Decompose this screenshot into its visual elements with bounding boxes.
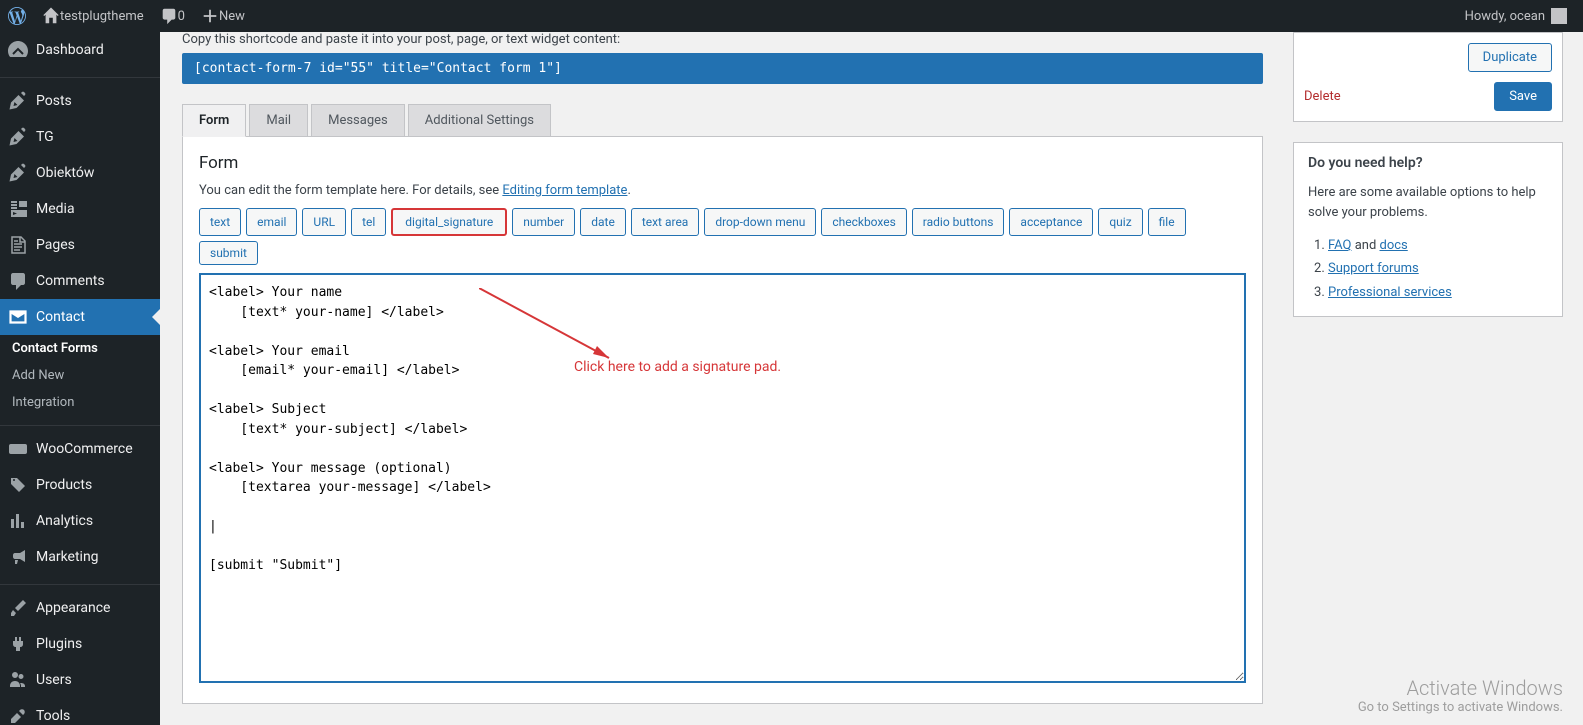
menu-analytics[interactable]: Analytics — [0, 503, 160, 539]
tag-checkboxes[interactable]: checkboxes — [821, 208, 906, 236]
tab-messages[interactable]: Messages — [311, 104, 405, 136]
menu-separator — [0, 580, 160, 585]
brush-icon — [8, 598, 28, 618]
dashboard-icon — [8, 40, 28, 60]
tag-text[interactable]: text — [199, 208, 241, 236]
howdy-text: Howdy, ocean — [1465, 9, 1545, 24]
comment-icon — [8, 271, 28, 291]
submenu-contact-forms[interactable]: Contact Forms — [0, 335, 160, 362]
save-button[interactable]: Save — [1494, 82, 1552, 111]
submenu-integration[interactable]: Integration — [0, 389, 160, 416]
tag-digital-signature[interactable]: digital_signature — [391, 208, 507, 236]
menu-separator — [0, 421, 160, 426]
woo-icon — [8, 439, 28, 459]
menu-users[interactable]: Users — [0, 662, 160, 698]
shortcode-note: Copy this shortcode and paste it into yo… — [182, 32, 1263, 47]
site-name-link[interactable]: testplugtheme — [34, 0, 152, 32]
wp-logo-menu[interactable] — [0, 0, 34, 32]
email-icon — [8, 307, 28, 327]
tab-form[interactable]: Form — [182, 104, 246, 137]
tag-acceptance[interactable]: acceptance — [1009, 208, 1093, 236]
plug-icon — [8, 634, 28, 654]
pin-icon — [8, 163, 28, 183]
help-item-pro: Professional services — [1328, 281, 1548, 304]
sidebar-meta: Duplicate Delete Save Do you need help? … — [1293, 32, 1563, 317]
wrench-icon — [8, 706, 28, 725]
menu-contact[interactable]: Contact — [0, 299, 160, 335]
analytics-icon — [8, 511, 28, 531]
comments-link[interactable]: 0 — [152, 0, 193, 32]
tag-file[interactable]: file — [1148, 208, 1186, 236]
editor-tabs: Form Mail Messages Additional Settings — [182, 104, 1263, 137]
tag-number[interactable]: number — [512, 208, 575, 236]
comments-count: 0 — [178, 9, 185, 24]
tab-additional[interactable]: Additional Settings — [408, 104, 551, 136]
users-icon — [8, 670, 28, 690]
tag-quiz[interactable]: quiz — [1098, 208, 1142, 236]
delete-link[interactable]: Delete — [1304, 89, 1341, 104]
plus-icon — [201, 7, 219, 25]
publish-box: Duplicate Delete Save — [1293, 32, 1563, 122]
admin-bar: testplugtheme 0 New Howdy, ocean — [0, 0, 1583, 32]
tag-textarea[interactable]: text area — [631, 208, 700, 236]
menu-comments[interactable]: Comments — [0, 263, 160, 299]
products-icon — [8, 475, 28, 495]
pin-icon — [8, 127, 28, 147]
wordpress-icon — [8, 7, 26, 25]
my-account-link[interactable]: Howdy, ocean — [1457, 0, 1575, 32]
menu-appearance[interactable]: Appearance — [0, 590, 160, 626]
menu-posts[interactable]: Posts — [0, 83, 160, 119]
home-icon — [42, 7, 60, 25]
menu-woocommerce[interactable]: WooCommerce — [0, 431, 160, 467]
admin-menu: Dashboard Posts TG Obiektów Media Pages … — [0, 32, 160, 725]
new-content-link[interactable]: New — [193, 0, 253, 32]
help-item-support: Support forums — [1328, 257, 1548, 280]
menu-obiektow[interactable]: Obiektów — [0, 155, 160, 191]
menu-pages[interactable]: Pages — [0, 227, 160, 263]
avatar — [1551, 8, 1567, 24]
media-icon — [8, 199, 28, 219]
help-item-faq: FAQ and docs — [1328, 234, 1548, 257]
pin-icon — [8, 91, 28, 111]
site-name-label: testplugtheme — [60, 9, 144, 24]
form-panel: Form You can edit the form template here… — [182, 137, 1263, 704]
tag-submit[interactable]: submit — [199, 241, 258, 265]
comment-icon — [160, 7, 178, 25]
tag-generator-row: text email URL tel digital_signature num… — [199, 208, 1246, 265]
faq-link[interactable]: FAQ — [1328, 238, 1351, 253]
menu-dashboard[interactable]: Dashboard — [0, 32, 160, 68]
page-icon — [8, 235, 28, 255]
windows-watermark: Activate Windows Go to Settings to activ… — [1358, 676, 1563, 715]
new-label: New — [219, 9, 245, 24]
menu-products[interactable]: Products — [0, 467, 160, 503]
menu-tools[interactable]: Tools — [0, 698, 160, 725]
editing-template-link[interactable]: Editing form template — [502, 183, 627, 198]
form-code-textarea[interactable] — [199, 273, 1246, 683]
form-description: You can edit the form template here. For… — [199, 183, 1246, 198]
form-heading: Form — [199, 153, 1246, 173]
tag-dropdown[interactable]: drop-down menu — [704, 208, 816, 236]
tag-date[interactable]: date — [580, 208, 626, 236]
submenu-add-new[interactable]: Add New — [0, 362, 160, 389]
pro-link[interactable]: Professional services — [1328, 285, 1452, 300]
tag-radio[interactable]: radio buttons — [912, 208, 1005, 236]
tag-url[interactable]: URL — [302, 208, 346, 236]
duplicate-button[interactable]: Duplicate — [1468, 43, 1552, 72]
menu-marketing[interactable]: Marketing — [0, 539, 160, 575]
tag-email[interactable]: email — [246, 208, 297, 236]
shortcode-box[interactable]: [contact-form-7 id="55" title="Contact f… — [182, 53, 1263, 84]
help-title: Do you need help? — [1308, 155, 1548, 171]
tab-mail[interactable]: Mail — [249, 104, 308, 136]
docs-link[interactable]: docs — [1380, 238, 1408, 253]
menu-plugins[interactable]: Plugins — [0, 626, 160, 662]
menu-media[interactable]: Media — [0, 191, 160, 227]
menu-separator — [0, 73, 160, 78]
support-link[interactable]: Support forums — [1328, 261, 1419, 276]
megaphone-icon — [8, 547, 28, 567]
menu-tg[interactable]: TG — [0, 119, 160, 155]
help-desc: Here are some available options to help … — [1308, 183, 1548, 222]
help-box: Do you need help? Here are some availabl… — [1293, 142, 1563, 317]
tag-tel[interactable]: tel — [351, 208, 386, 236]
